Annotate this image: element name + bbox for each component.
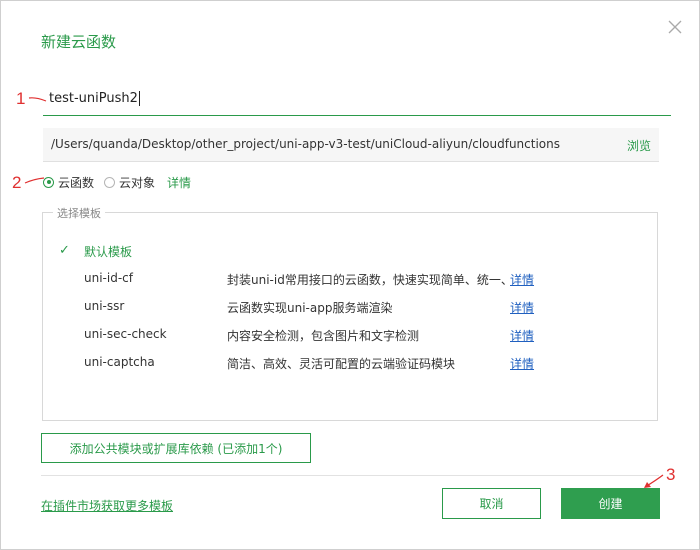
type-detail-link[interactable]: 详情 [167, 174, 191, 191]
template-legend: 选择模板 [53, 205, 105, 221]
template-detail-link[interactable]: 详情 [510, 327, 534, 344]
dialog-title: 新建云函数 [41, 33, 117, 51]
create-button[interactable]: 创建 [561, 488, 660, 519]
annotation-1-label: 1 [16, 89, 26, 108]
close-icon[interactable] [663, 15, 687, 39]
template-name: uni-ssr [84, 299, 125, 313]
annotation-3-label: 3 [666, 465, 676, 484]
template-description: 云函数实现uni-app服务端渲染 [227, 301, 393, 315]
template-name: uni-captcha [84, 355, 155, 369]
template-row-uni-captcha[interactable]: uni-captcha 简洁、高效、灵活可配置的云端验证码模块 详情 [43, 353, 657, 373]
check-icon: ✓ [59, 243, 70, 258]
plugin-market-link[interactable]: 在插件市场获取更多模板 [41, 497, 173, 514]
add-module-button[interactable]: 添加公共模块或扩展库依赖 (已添加1个) [41, 433, 311, 463]
new-cloud-function-dialog: 新建云函数 1 test-uniPush2 /Users/quanda/Desk… [0, 0, 700, 550]
template-row-uni-id-cf[interactable]: uni-id-cf 封装uni-id常用接口的云函数，快速实现简单、统一、 详情 [43, 269, 657, 289]
radio-cloud-object[interactable] [104, 176, 116, 188]
function-type-radio-group: 云函数 云对象 详情 [43, 173, 191, 191]
cancel-button[interactable]: 取消 [442, 488, 541, 519]
template-name: uni-id-cf [84, 271, 133, 285]
template-row-uni-sec-check[interactable]: uni-sec-check 内容安全检测，包含图片和文字检测 详情 [43, 325, 657, 345]
template-row-default[interactable]: ✓ 默认模板 [43, 241, 657, 261]
directory-path-value: /Users/quanda/Desktop/other_project/uni-… [51, 137, 560, 151]
function-name-value: test-uniPush2 [49, 91, 138, 106]
template-description: 封装uni-id常用接口的云函数，快速实现简单、统一、 [227, 273, 513, 287]
template-description: 简洁、高效、灵活可配置的云端验证码模块 [227, 357, 456, 371]
template-detail-link[interactable]: 详情 [510, 355, 534, 372]
footer-divider [41, 475, 659, 476]
template-name: 默认模板 [84, 245, 133, 259]
radio-cloud-function-label[interactable]: 云函数 [58, 174, 94, 191]
annotation-3-arrow [644, 474, 664, 488]
annotation-2-label: 2 [12, 173, 22, 192]
template-detail-link[interactable]: 详情 [510, 271, 534, 288]
browse-button[interactable]: 浏览 [627, 137, 651, 154]
directory-path-field[interactable]: /Users/quanda/Desktop/other_project/uni-… [43, 128, 659, 162]
template-name: uni-sec-check [84, 327, 167, 341]
template-description: 内容安全检测，包含图片和文字检测 [227, 329, 420, 343]
radio-cloud-object-label[interactable]: 云对象 [119, 174, 155, 191]
radio-cloud-function[interactable] [43, 176, 54, 188]
text-caret [138, 91, 140, 106]
template-detail-link[interactable]: 详情 [510, 299, 534, 316]
template-selector: 选择模板 ✓ 默认模板 uni-id-cf 封装uni-id常用接口的云函数，快… [42, 205, 658, 421]
function-name-value-wrap: test-uniPush2 [49, 91, 140, 106]
template-row-uni-ssr[interactable]: uni-ssr 云函数实现uni-app服务端渲染 详情 [43, 297, 657, 317]
